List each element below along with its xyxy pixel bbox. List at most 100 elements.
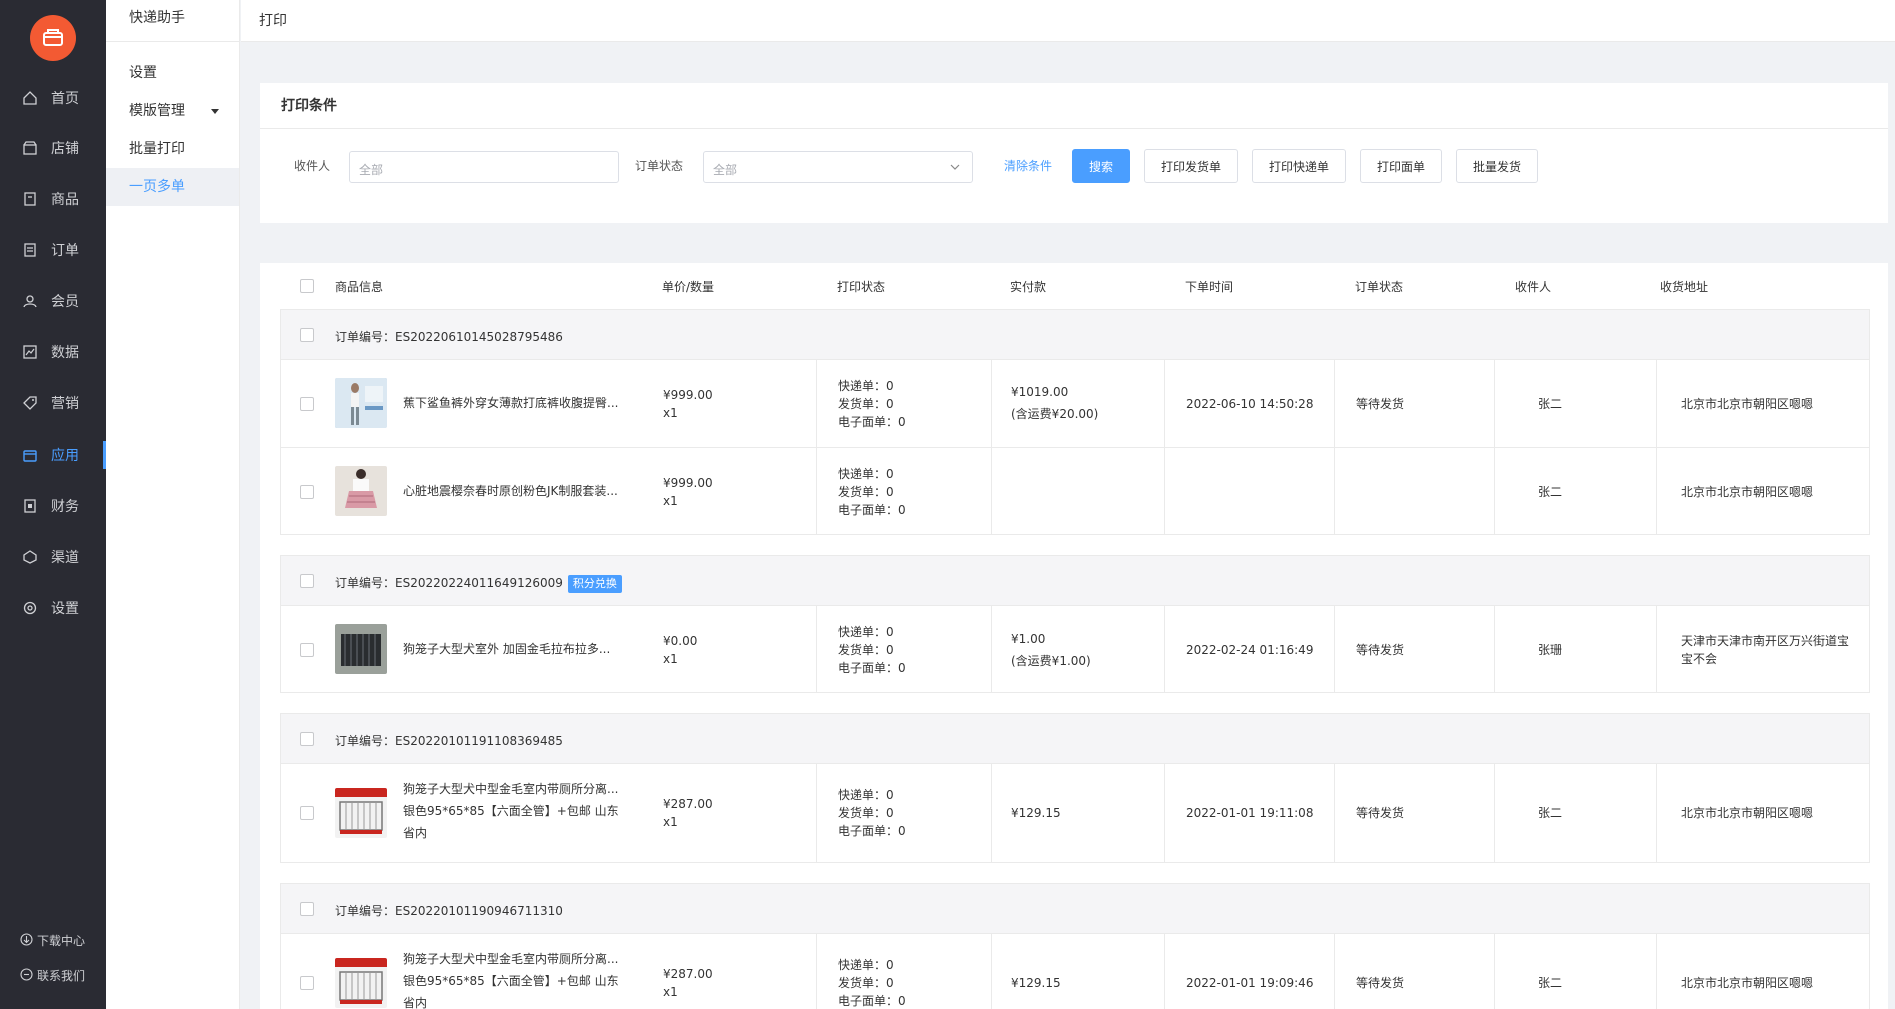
product-name[interactable]: 狗笼子大型犬室外 加固金毛拉布拉多... — [403, 640, 610, 658]
nav-item-data[interactable]: 数据 — [0, 332, 106, 372]
download-icon — [20, 932, 33, 949]
receiver-name: 张珊 — [1538, 643, 1563, 657]
delivery-count: 发货单：0 — [838, 485, 894, 499]
delivery-count: 发货单：0 — [838, 976, 894, 990]
product-name[interactable]: 心脏地震樱奈春时原创粉色JK制服套装... — [403, 482, 618, 500]
item-checkbox[interactable] — [300, 976, 314, 990]
nav-item-marketing[interactable]: 营销 — [0, 383, 106, 423]
download-center-link[interactable]: 下载中心 — [20, 932, 85, 949]
item-checkbox[interactable] — [300, 397, 314, 411]
order-number: 订单编号：ES20220224011649126009 积分兑换 — [335, 574, 622, 593]
shop-icon — [22, 140, 38, 156]
waybill-count: 电子面单：0 — [838, 661, 906, 675]
order-icon — [22, 242, 38, 258]
order-status: 等待发货 — [1356, 643, 1405, 657]
nav-item-app[interactable]: 应用 — [0, 435, 106, 475]
nav-item-shop[interactable]: 店铺 — [0, 128, 106, 168]
paid-amount: ¥129.15 — [1011, 976, 1061, 990]
order-time: 2022-01-01 19:09:46 — [1186, 976, 1314, 990]
chevron-down-icon — [950, 164, 960, 170]
submenu-item-batch-print[interactable]: 批量打印 — [106, 130, 239, 168]
col-goods: 商品信息 — [335, 280, 384, 294]
nav-label: 财务 — [51, 499, 79, 515]
express-count: 快递单：0 — [838, 379, 894, 393]
receiver-label: 收件人 — [294, 159, 331, 173]
delivery-count: 发货单：0 — [838, 397, 894, 411]
unit-price: ¥999.00 — [663, 476, 713, 490]
item-checkbox[interactable] — [300, 643, 314, 657]
orders-table: 商品信息 单价/数量 打印状态 实付款 下单时间 订单状态 收件人 收货地址 订… — [260, 263, 1888, 1009]
submenu-item-multi-order[interactable]: 一页多单 — [106, 168, 239, 206]
nav-item-member[interactable]: 会员 — [0, 281, 106, 321]
order-header: 订单编号：ES20220101190946711310 — [281, 884, 1869, 934]
order-checkbox[interactable] — [300, 902, 314, 916]
nav-label: 商品 — [51, 192, 79, 208]
receiver-address: 北京市北京市朝阳区嗯嗯 — [1681, 485, 1814, 499]
submenu-item-settings[interactable]: 设置 — [106, 54, 239, 92]
points-exchange-badge: 积分兑换 — [567, 575, 622, 593]
print-waybill-button[interactable]: 打印面单 — [1360, 149, 1442, 183]
order-status: 等待发货 — [1356, 397, 1405, 411]
item-checkbox[interactable] — [300, 806, 314, 820]
order-checkbox[interactable] — [300, 574, 314, 588]
table-row: 狗笼子大型犬室外 加固金毛拉布拉多... ¥0.00 x1 快递单：0 发货单：… — [281, 606, 1869, 692]
order-time: 2022-06-10 14:50:28 — [1186, 397, 1314, 411]
receiver-name: 张二 — [1538, 806, 1563, 820]
clear-conditions-link[interactable]: 清除条件 — [1004, 157, 1052, 174]
order-group: 订单编号：ES20220101190946711310 狗笼子大型犬中型金毛室内… — [280, 883, 1870, 1009]
nav-item-goods[interactable]: 商品 — [0, 179, 106, 219]
product-thumbnail — [335, 624, 387, 674]
product-name[interactable]: 蕉下鲨鱼裤外穿女薄款打底裤收腹提臀... — [403, 394, 618, 412]
nav-item-finance[interactable]: 财务 — [0, 486, 106, 526]
product-name[interactable]: 狗笼子大型犬中型金毛室内带厕所分离... — [403, 950, 618, 968]
express-count: 快递单：0 — [838, 625, 894, 639]
submenu-title: 快递助手 — [106, 0, 239, 42]
col-paid: 实付款 — [1010, 280, 1047, 294]
quantity: x1 — [663, 494, 678, 508]
receiver-name: 张二 — [1538, 397, 1563, 411]
print-express-bill-button[interactable]: 打印快递单 — [1252, 149, 1346, 183]
express-count: 快递单：0 — [838, 958, 894, 972]
submenu-item-template[interactable]: 模版管理 — [106, 92, 239, 130]
store-icon[interactable] — [30, 15, 76, 61]
nav-item-order[interactable]: 订单 — [0, 230, 106, 270]
nav-label: 应用 — [51, 448, 79, 464]
receiver-address: 北京市北京市朝阳区嗯嗯 — [1681, 397, 1814, 411]
product-name[interactable]: 狗笼子大型犬中型金毛室内带厕所分离... — [403, 780, 618, 798]
contact-us-link[interactable]: 联系我们 — [20, 967, 85, 984]
unit-price: ¥999.00 — [663, 388, 713, 402]
nav-label: 首页 — [51, 91, 79, 107]
col-print-status: 打印状态 — [837, 280, 886, 294]
unit-price: ¥287.00 — [663, 967, 713, 981]
contact-icon — [20, 967, 33, 984]
nav-label: 渠道 — [51, 550, 79, 566]
col-order-time: 下单时间 — [1185, 280, 1234, 294]
main-nav: 首页 店铺 商品 订单 会员 数据 营销 应用 财务 渠道 设置 下载中心 联系… — [0, 0, 106, 1009]
nav-item-settings[interactable]: 设置 — [0, 588, 106, 628]
batch-ship-button[interactable]: 批量发货 — [1456, 149, 1538, 183]
order-checkbox[interactable] — [300, 328, 314, 342]
item-checkbox[interactable] — [300, 485, 314, 499]
status-label: 订单状态 — [635, 159, 684, 173]
receiver-input[interactable]: 全部 — [349, 151, 619, 183]
order-checkbox[interactable] — [300, 732, 314, 746]
search-button[interactable]: 搜索 — [1072, 149, 1130, 183]
table-row: 蕉下鲨鱼裤外穿女薄款打底裤收腹提臀... ¥999.00 x1 快递单：0 发货… — [281, 360, 1869, 447]
quantity: x1 — [663, 406, 678, 420]
waybill-count: 电子面单：0 — [838, 824, 906, 838]
nav-item-channel[interactable]: 渠道 — [0, 537, 106, 577]
shipping-fee: (含运费¥1.00) — [1011, 654, 1091, 668]
nav-item-home[interactable]: 首页 — [0, 78, 106, 118]
select-all-checkbox[interactable] — [300, 279, 314, 293]
print-delivery-note-button[interactable]: 打印发货单 — [1144, 149, 1238, 183]
product-spec: 银色95*65*85【六面全管】+包邮 山东 — [403, 804, 619, 818]
waybill-count: 电子面单：0 — [838, 415, 906, 429]
order-group: 订单编号：ES20220610145028795486 蕉下鲨鱼裤外穿女薄款打底… — [280, 309, 1870, 535]
page-title: 打印 — [259, 13, 287, 29]
product-thumbnail — [335, 788, 387, 838]
order-header: 订单编号：ES20220224011649126009 积分兑换 — [281, 556, 1869, 606]
order-status-select[interactable]: 全部 — [703, 151, 973, 183]
order-group: 订单编号：ES20220101191108369485 狗笼子大型犬中型金毛室内… — [280, 713, 1870, 863]
order-time: 2022-01-01 19:11:08 — [1186, 806, 1314, 820]
table-row: 心脏地震樱奈春时原创粉色JK制服套装... ¥999.00 x1 快递单：0 发… — [281, 447, 1869, 534]
